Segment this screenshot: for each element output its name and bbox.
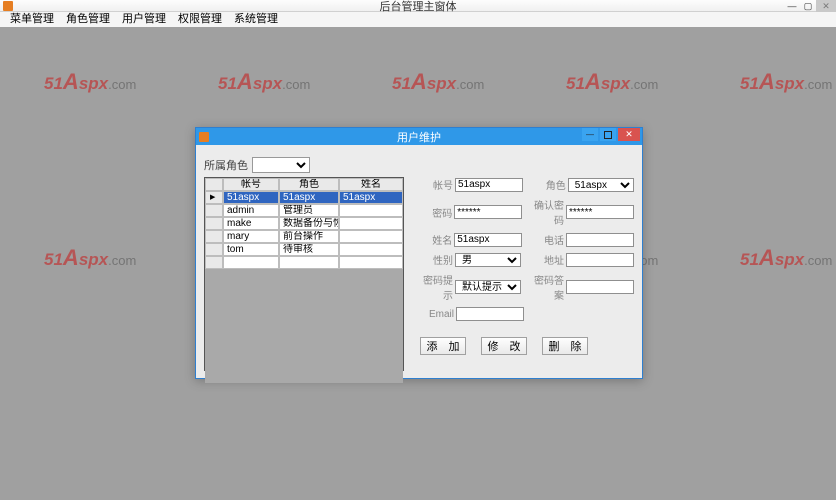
sex-select[interactable]: 男 bbox=[455, 253, 521, 267]
cell: 51aspx bbox=[279, 191, 339, 204]
cell: tom bbox=[223, 243, 279, 256]
tel-input[interactable] bbox=[566, 233, 634, 247]
hint-select[interactable]: 默认提示 bbox=[455, 280, 521, 294]
watermark: 51Aspx.com bbox=[566, 69, 658, 95]
menu-item[interactable]: 用户管理 bbox=[116, 12, 172, 27]
answer-input[interactable] bbox=[566, 280, 634, 294]
cell: 前台操作 bbox=[279, 230, 339, 243]
client-area: 51Aspx.com 51Aspx.com 51Aspx.com 51Aspx.… bbox=[0, 27, 836, 500]
label-email: Email bbox=[418, 309, 454, 320]
dialog-titlebar[interactable]: 用户维护 bbox=[196, 128, 642, 145]
close-button[interactable]: ✕ bbox=[816, 0, 836, 12]
label-acct: 帐号 bbox=[418, 177, 453, 192]
user-grid[interactable]: 帐号 角色 姓名 51aspx 51aspx 51aspx admin 管理员 bbox=[204, 177, 404, 371]
menu-item[interactable]: 权限管理 bbox=[172, 12, 228, 27]
menu-item[interactable]: 系统管理 bbox=[228, 12, 284, 27]
cell: mary bbox=[223, 230, 279, 243]
watermark: 51Aspx.com bbox=[44, 245, 136, 271]
dialog-icon bbox=[199, 132, 209, 142]
addr-input[interactable] bbox=[566, 253, 634, 267]
form-button-row: 添 加 修 改 删 除 bbox=[420, 337, 634, 355]
maximize-button[interactable]: ▢ bbox=[800, 0, 816, 12]
grid-header: 帐号 角色 姓名 bbox=[205, 178, 403, 191]
menu-item[interactable]: 角色管理 bbox=[60, 12, 116, 27]
minimize-button[interactable]: — bbox=[784, 0, 800, 12]
user-form: 帐号 角色 51aspx 密码 确认密码 姓名 电话 bbox=[418, 177, 634, 355]
cell: 51aspx bbox=[223, 191, 279, 204]
filter-row: 所属角色 bbox=[204, 157, 310, 173]
label-name: 姓名 bbox=[418, 232, 452, 247]
label-pwd: 密码 bbox=[418, 205, 452, 220]
cell: admin bbox=[223, 204, 279, 217]
label-confirm: 确认密码 bbox=[530, 197, 564, 227]
main-window-controls: — ▢ ✕ bbox=[784, 0, 836, 12]
label-addr: 地址 bbox=[529, 252, 564, 267]
edit-button[interactable]: 修 改 bbox=[481, 337, 527, 355]
add-button[interactable]: 添 加 bbox=[420, 337, 466, 355]
grid-row[interactable]: admin 管理员 bbox=[205, 204, 403, 217]
cell: 51aspx bbox=[339, 191, 403, 204]
cell: 数据备份与恢复 bbox=[279, 217, 339, 230]
dialog-body: 所属角色 帐号 角色 姓名 51aspx 51aspx 51aspx bbox=[196, 145, 642, 378]
cell bbox=[339, 230, 403, 243]
acct-input[interactable] bbox=[455, 178, 523, 192]
menu-bar: 菜单管理 角色管理 用户管理 权限管理 系统管理 bbox=[0, 12, 836, 27]
delete-button[interactable]: 删 除 bbox=[542, 337, 588, 355]
filter-label: 所属角色 bbox=[204, 157, 248, 173]
dialog-close-button[interactable] bbox=[618, 128, 640, 141]
cell: make bbox=[223, 217, 279, 230]
confirm-pwd-input[interactable] bbox=[566, 205, 634, 219]
grid-row[interactable]: make 数据备份与恢复 bbox=[205, 217, 403, 230]
watermark: 51Aspx.com bbox=[740, 69, 832, 95]
dialog-title: 用户维护 bbox=[397, 129, 441, 145]
col-header-acct[interactable]: 帐号 bbox=[223, 178, 279, 191]
email-input[interactable] bbox=[456, 307, 524, 321]
pwd-input[interactable] bbox=[454, 205, 522, 219]
cell: 管理员 bbox=[279, 204, 339, 217]
watermark: 51Aspx.com bbox=[218, 69, 310, 95]
label-sex: 性别 bbox=[418, 252, 453, 267]
grid-empty-area bbox=[205, 269, 403, 383]
watermark: 51Aspx.com bbox=[392, 69, 484, 95]
cell bbox=[339, 243, 403, 256]
role-filter-select[interactable] bbox=[252, 157, 310, 173]
label-tel: 电话 bbox=[530, 232, 564, 247]
app-icon bbox=[3, 1, 13, 11]
user-maintain-dialog: 用户维护 所属角色 帐号 角色 姓名 bbox=[195, 127, 643, 379]
grid-row[interactable]: tom 待审核 bbox=[205, 243, 403, 256]
watermark: 51Aspx.com bbox=[44, 69, 136, 95]
grid-row[interactable]: mary 前台操作 bbox=[205, 230, 403, 243]
cell bbox=[339, 204, 403, 217]
name-input[interactable] bbox=[454, 233, 522, 247]
main-title: 后台管理主窗体 bbox=[380, 0, 457, 14]
dialog-window-controls bbox=[582, 128, 640, 142]
label-role: 角色 bbox=[531, 177, 566, 192]
label-answer: 密码答案 bbox=[529, 272, 564, 302]
cell: 待审核 bbox=[279, 243, 339, 256]
watermark: 51Aspx.com bbox=[740, 245, 832, 271]
role-select[interactable]: 51aspx bbox=[568, 178, 634, 192]
row-indicator-icon bbox=[205, 191, 223, 204]
dialog-maximize-button[interactable] bbox=[600, 128, 616, 141]
cell bbox=[339, 217, 403, 230]
col-header-name[interactable]: 姓名 bbox=[339, 178, 403, 191]
menu-item[interactable]: 菜单管理 bbox=[4, 12, 60, 27]
grid-row[interactable]: 51aspx 51aspx 51aspx bbox=[205, 191, 403, 204]
main-titlebar: 后台管理主窗体 — ▢ ✕ bbox=[0, 0, 836, 12]
label-hint: 密码提示 bbox=[418, 272, 453, 302]
dialog-minimize-button[interactable] bbox=[582, 128, 598, 141]
grid-row-empty bbox=[205, 256, 403, 269]
col-header-role[interactable]: 角色 bbox=[279, 178, 339, 191]
